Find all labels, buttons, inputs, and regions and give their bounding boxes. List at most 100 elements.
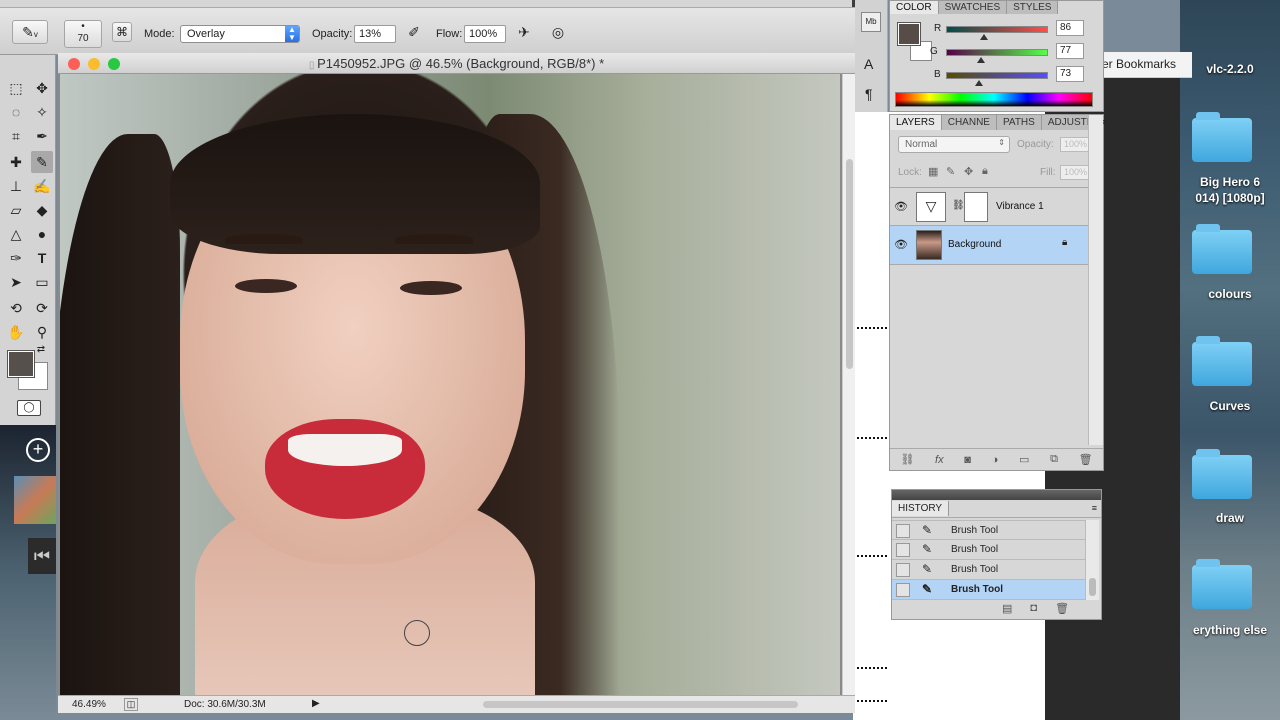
history-snapshot-toggle[interactable] <box>896 563 910 577</box>
thumbnail-image[interactable] <box>14 476 56 524</box>
lock-position-icon[interactable]: ✥ <box>964 165 973 178</box>
character-panel-icon[interactable]: A <box>864 56 873 72</box>
desktop-item-label[interactable]: Big Hero 6 <box>1180 175 1280 189</box>
red-value-field[interactable]: 86 <box>1056 20 1084 36</box>
layer-opacity-field[interactable]: 100% <box>1060 137 1090 152</box>
add-mask-icon[interactable]: ◙ <box>964 454 971 466</box>
foreground-color-chip[interactable] <box>897 22 921 46</box>
new-document-from-state-icon[interactable]: ▤ <box>1002 602 1012 615</box>
pressure-opacity-toggle[interactable]: ✐ <box>402 21 426 45</box>
brush-preset-picker[interactable]: ✎v <box>12 20 48 44</box>
tab-paths[interactable]: PATHS <box>996 115 1042 130</box>
trash-icon[interactable]: 🗑︎ <box>1055 602 1069 615</box>
desktop-item-label[interactable]: Curves <box>1180 399 1280 413</box>
healing-brush-tool-icon[interactable]: ✚ <box>5 151 27 173</box>
tab-history[interactable]: HISTORY <box>892 501 950 516</box>
history-item[interactable]: ✎ Brush Tool <box>892 580 1085 600</box>
path-select-tool-icon[interactable]: ➤ <box>5 271 27 293</box>
tab-swatches[interactable]: SWATCHES <box>938 1 1008 14</box>
desktop-item-label[interactable]: erything else <box>1180 623 1280 637</box>
layers-scrollbar[interactable] <box>1088 115 1103 445</box>
eye-icon[interactable]: 👁︎ <box>893 200 909 214</box>
fill-field[interactable]: 100% <box>1060 165 1090 180</box>
lasso-tool-icon[interactable]: ◌ <box>5 101 27 123</box>
new-snapshot-icon[interactable]: ◘ <box>1030 602 1037 615</box>
status-menu-icon[interactable]: ◫ <box>124 698 138 711</box>
move-tool-icon[interactable]: ✥ <box>31 77 53 99</box>
paragraph-panel-icon[interactable]: ¶ <box>865 86 873 102</box>
new-layer-icon[interactable]: ⧉ <box>1050 453 1058 466</box>
3d-rotate-tool-icon[interactable]: ⟲ <box>5 297 27 319</box>
desktop-item-label[interactable]: colours <box>1180 287 1280 301</box>
tab-styles[interactable]: STYLES <box>1007 1 1059 14</box>
folder-icon[interactable] <box>1192 449 1252 499</box>
blue-value-field[interactable]: 73 <box>1056 66 1084 82</box>
pen-tool-icon[interactable]: ✑ <box>5 247 27 269</box>
folder-icon[interactable] <box>1192 559 1252 609</box>
folder-icon[interactable] <box>1192 112 1252 162</box>
flow-field[interactable]: 100% <box>464 25 506 43</box>
green-knob[interactable] <box>977 57 985 63</box>
folder-icon[interactable] <box>1192 224 1252 274</box>
crop-tool-icon[interactable]: ⌗ <box>5 125 27 147</box>
close-window-button[interactable] <box>68 58 80 70</box>
airbrush-toggle[interactable]: ✈ <box>512 21 536 45</box>
new-adjustment-icon[interactable]: ◑ <box>992 454 999 466</box>
marquee-tool-icon[interactable]: ⬚ <box>5 77 27 99</box>
link-layers-icon[interactable]: ⛓ <box>900 453 914 466</box>
zoom-window-button[interactable] <box>108 58 120 70</box>
color-spectrum[interactable] <box>895 92 1093 107</box>
3d-orbit-tool-icon[interactable]: ⟳ <box>31 297 53 319</box>
type-tool-icon[interactable]: T <box>31 247 53 269</box>
skip-back-icon[interactable]: ⏮ <box>28 538 56 574</box>
layer-row[interactable]: 👁︎ Background 🔒︎ <box>890 226 1088 265</box>
mode-select[interactable]: Overlay ▲ ▼ <box>180 25 300 43</box>
panel-header-bar[interactable] <box>892 490 1101 500</box>
zoom-tool-icon[interactable]: ⚲ <box>31 321 53 343</box>
blue-knob[interactable] <box>975 80 983 86</box>
hand-tool-icon[interactable]: ✋ <box>5 321 27 343</box>
bookmarks-bar[interactable]: er Bookmarks <box>1096 52 1192 78</box>
history-brush-tool-icon[interactable]: ✍ <box>31 175 53 197</box>
paint-bucket-tool-icon[interactable]: ◆ <box>31 199 53 221</box>
shape-tool-icon[interactable]: ▭ <box>31 271 53 293</box>
add-icon[interactable]: + <box>26 438 50 462</box>
red-track[interactable] <box>946 26 1048 33</box>
eye-icon[interactable]: 👁︎ <box>893 238 909 252</box>
status-arrow-icon[interactable]: ▶ <box>312 698 320 709</box>
green-value-field[interactable]: 77 <box>1056 43 1084 59</box>
history-item[interactable]: ✎ Brush Tool <box>892 560 1085 580</box>
history-scroll-thumb[interactable] <box>1089 578 1096 596</box>
dodge-tool-icon[interactable]: ● <box>31 223 53 245</box>
minimize-window-button[interactable] <box>88 58 100 70</box>
tab-channels[interactable]: CHANNE <box>941 115 997 130</box>
vertical-scroll-thumb[interactable] <box>846 159 853 369</box>
blend-mode-select[interactable]: Normal ⇕ <box>898 136 1010 153</box>
layer-row[interactable]: 👁︎ ▽ ⛓ Vibrance 1 <box>890 187 1088 226</box>
red-knob[interactable] <box>980 34 988 40</box>
pressure-size-toggle[interactable]: ◎ <box>546 21 570 45</box>
canvas-photo[interactable] <box>60 74 840 695</box>
desktop-item-label[interactable]: vlc-2.2.0 <box>1180 62 1280 76</box>
lock-transparency-icon[interactable]: ▦ <box>928 165 938 178</box>
layer-style-icon[interactable]: fx <box>935 454 944 466</box>
opacity-field[interactable]: 13% <box>354 25 396 43</box>
folder-icon[interactable] <box>1192 336 1252 386</box>
eraser-tool-icon[interactable]: ▱ <box>5 199 27 221</box>
history-snapshot-toggle[interactable] <box>896 583 910 597</box>
desktop-item-label[interactable]: draw <box>1180 511 1280 525</box>
history-item[interactable]: ✎ Brush Tool <box>892 520 1085 540</box>
green-track[interactable] <box>946 49 1048 56</box>
quick-mask-button[interactable]: ◯ <box>17 400 41 416</box>
history-scrollbar[interactable] <box>1085 520 1099 600</box>
trash-icon[interactable]: 🗑︎ <box>1079 453 1093 466</box>
history-snapshot-toggle[interactable] <box>896 524 910 538</box>
mini-bridge-icon[interactable]: Mb <box>861 12 881 32</box>
brush-tool-icon[interactable]: ✎ <box>31 151 53 173</box>
blur-tool-icon[interactable]: △ <box>5 223 27 245</box>
quick-select-tool-icon[interactable]: ✧ <box>31 101 53 123</box>
new-group-icon[interactable]: ▭ <box>1019 453 1029 466</box>
lock-pixels-icon[interactable]: ✎ <box>946 165 955 178</box>
chain-link-icon[interactable]: ⛓ <box>952 200 965 211</box>
tab-color[interactable]: COLOR <box>890 1 939 14</box>
